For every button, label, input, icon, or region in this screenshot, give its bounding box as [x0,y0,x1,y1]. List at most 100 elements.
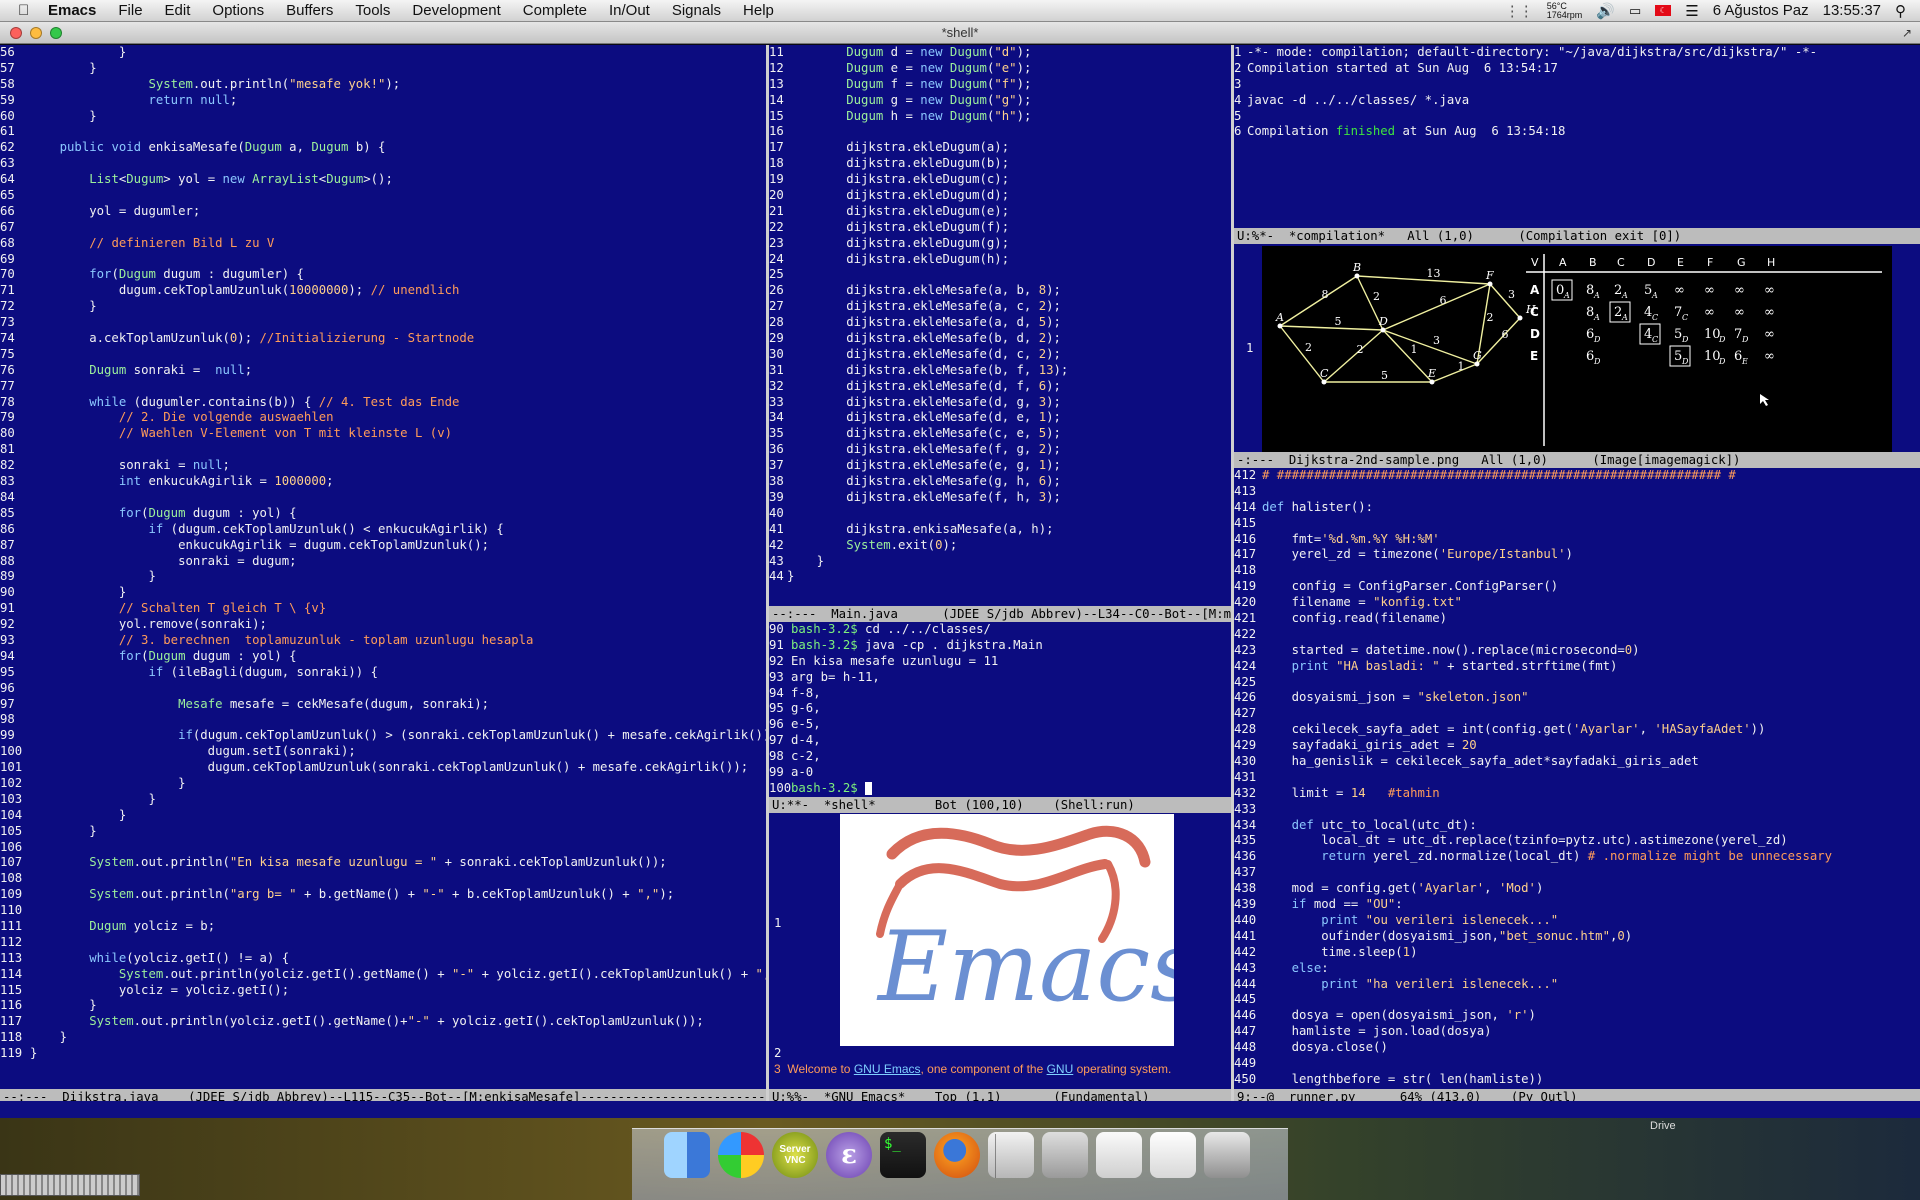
main-line[interactable]: 36 dijkstra.ekleMesafe(f, g, 2); [769,442,1231,458]
app-menu-emacs[interactable]: Emacs [40,2,107,19]
finder-icon[interactable] [664,1132,710,1178]
modeline-shell[interactable]: U:**- *shell* Bot (100,10) (Shell:run) [769,797,1231,813]
java-line[interactable]: 101 dugum.cekToplamUzunluk(sonraki.cekTo… [0,760,766,776]
python-line[interactable]: 428 cekilecek_sayfa_adet = int(config.ge… [1234,722,1920,738]
java-line[interactable]: 71 dugum.cekToplamUzunluk(10000000); // … [0,283,766,299]
menubar-clock[interactable]: 13:55:37 [1823,2,1881,19]
java-line[interactable]: 102 } [0,776,766,792]
modeline-main-java[interactable]: --:--- Main.java (JDEE S/jdb Abbrev)--L3… [769,606,1231,622]
main-line[interactable]: 39 dijkstra.ekleMesafe(f, h, 3); [769,490,1231,506]
python-line[interactable]: 449 [1234,1056,1920,1072]
drive-desktop-label[interactable]: Drive [1650,1120,1676,1132]
python-line[interactable]: 414 def halister(): [1234,500,1920,516]
menu-edit[interactable]: Edit [154,2,202,19]
apple-menu-icon[interactable]:  [18,2,40,19]
java-line[interactable]: 118 } [0,1030,766,1046]
java-line[interactable]: 69 [0,252,766,268]
main-line[interactable]: 21 dijkstra.ekleDugum(e); [769,204,1231,220]
minimize-window-button[interactable] [30,27,42,39]
python-line[interactable]: 429 sayfadaki_giris_adet = 20 [1234,738,1920,754]
compilation-line[interactable]: 3 [1234,77,1920,93]
shell-line[interactable]: 90 bash-3.2$ cd ../../classes/ [769,622,1231,638]
shell-line[interactable]: 91 bash-3.2$ java -cp . dijkstra.Main [769,638,1231,654]
python-line[interactable]: 431 [1234,770,1920,786]
python-line[interactable]: 438 mod = config.get('Ayarlar', 'Mod') [1234,881,1920,897]
istat-pie-icon[interactable] [718,1132,764,1178]
main-line[interactable]: 15 Dugum h = new Dugum("h"); [769,109,1231,125]
python-line[interactable]: 427 [1234,706,1920,722]
java-line[interactable]: 75 [0,347,766,363]
shell-line[interactable]: 93 arg b= h-11, [769,670,1231,686]
java-line[interactable]: 83 int enkucukAgirlik = 1000000; [0,474,766,490]
main-line[interactable]: 25 [769,267,1231,283]
runner-py-buffer[interactable]: 412 # ###################################… [1234,468,1920,1089]
java-line[interactable]: 65 [0,188,766,204]
menu-extra-bars-icon[interactable]: ⋮⋮ [1505,2,1534,20]
compilation-line[interactable]: 5 [1234,109,1920,125]
compilation-line[interactable]: 2 Compilation started at Sun Aug 6 13:54:… [1234,61,1920,77]
main-line[interactable]: 26 dijkstra.ekleMesafe(a, b, 8); [769,283,1231,299]
java-line[interactable]: 98 [0,712,766,728]
main-line[interactable]: 35 dijkstra.ekleMesafe(c, e, 5); [769,426,1231,442]
python-line[interactable]: 443 else: [1234,961,1920,977]
java-line[interactable]: 80 // Waehlen V-Element von T mit kleins… [0,426,766,442]
menu-development[interactable]: Development [401,2,511,19]
modeline-compilation[interactable]: U:%*- *compilation* All (1,0) (Compilati… [1234,228,1920,244]
java-line[interactable]: 94 for(Dugum dugum : yol) { [0,649,766,665]
java-line[interactable]: 58 System.out.println("mesafe yok!"); [0,77,766,93]
main-line[interactable]: 38 dijkstra.ekleMesafe(g, h, 6); [769,474,1231,490]
java-line[interactable]: 97 Mesafe mesafe = cekMesafe(dugum, sonr… [0,697,766,713]
main-line[interactable]: 13 Dugum f = new Dugum("f"); [769,77,1231,93]
fullscreen-icon[interactable]: ↗ [1902,22,1912,44]
minibuffer[interactable] [0,1101,1920,1118]
python-line[interactable]: 446 dosya = open(dosyaismi_json, 'r') [1234,1008,1920,1024]
java-line[interactable]: 112 [0,935,766,951]
java-line[interactable]: 88 sonraki = dugum; [0,554,766,570]
java-line[interactable]: 61 [0,124,766,140]
main-line[interactable]: 27 dijkstra.ekleMesafe(a, c, 2); [769,299,1231,315]
java-line[interactable]: 103 } [0,792,766,808]
shell-line[interactable]: 92 En kisa mesafe uzunlugu = 11 [769,654,1231,670]
java-line[interactable]: 110 [0,903,766,919]
java-line[interactable]: 104 } [0,808,766,824]
java-line[interactable]: 87 enkucukAgirlik = dugum.cekToplamUzunl… [0,538,766,554]
python-line[interactable]: 439 if mod == "OU": [1234,897,1920,913]
main-line[interactable]: 40 [769,506,1231,522]
java-line[interactable]: 107 System.out.println("En kisa mesafe u… [0,855,766,871]
compilation-buffer[interactable]: 1 -*- mode: compilation; default-director… [1234,45,1920,228]
screenshot-icon[interactable] [1096,1132,1142,1178]
java-line[interactable]: 63 [0,156,766,172]
java-line[interactable]: 70 for(Dugum dugum : dugumler) { [0,267,766,283]
main-line[interactable]: 28 dijkstra.ekleMesafe(a, d, 5); [769,315,1231,331]
java-line[interactable]: 62 public void enkisaMesafe(Dugum a, Dug… [0,140,766,156]
window-titlebar[interactable]: *shell* ↗ [0,22,1920,44]
java-line[interactable]: 84 [0,490,766,506]
menubar-date[interactable]: 6 Ağustos Paz [1713,2,1809,19]
python-line[interactable]: 416 fmt='%d.%m.%Y %H:%M' [1234,532,1920,548]
terminal-icon[interactable]: $_ [880,1132,926,1178]
modeline-image[interactable]: -:--- Dijkstra-2nd-sample.png All (1,0) … [1234,452,1920,468]
trash-icon[interactable] [1204,1132,1250,1178]
main-line[interactable]: 17 dijkstra.ekleDugum(a); [769,140,1231,156]
main-line[interactable]: 42 System.exit(0); [769,538,1231,554]
java-line[interactable]: 56 } [0,45,766,61]
java-line[interactable]: 68 // definieren Bild L zu V [0,236,766,252]
menu-signals[interactable]: Signals [661,2,732,19]
shell-line[interactable]: 99 a-0 [769,765,1231,781]
main-line[interactable]: 32 dijkstra.ekleMesafe(d, f, 6); [769,379,1231,395]
java-line[interactable]: 59 return null; [0,93,766,109]
java-line[interactable]: 90 } [0,585,766,601]
python-line[interactable]: 440 print "ou verileri islenecek..." [1234,913,1920,929]
main-line[interactable]: 37 dijkstra.ekleMesafe(e, g, 1); [769,458,1231,474]
java-line[interactable]: 93 // 3. berechnen toplamuzunluk - topla… [0,633,766,649]
python-line[interactable]: 413 [1234,484,1920,500]
python-line[interactable]: 423 started = datetime.now().replace(mic… [1234,643,1920,659]
java-line[interactable]: 116 } [0,998,766,1014]
java-line[interactable]: 111 Dugum yolciz = b; [0,919,766,935]
python-line[interactable]: 435 local_dt = utc_dt.replace(tzinfo=pyt… [1234,833,1920,849]
java-line[interactable]: 119} [0,1046,766,1062]
python-line[interactable]: 436 return yerel_zd.normalize(local_dt) … [1234,849,1920,865]
menu-tools[interactable]: Tools [344,2,401,19]
python-line[interactable]: 426 dosyaismi_json = "skeleton.json" [1234,690,1920,706]
python-line[interactable]: 445 [1234,992,1920,1008]
